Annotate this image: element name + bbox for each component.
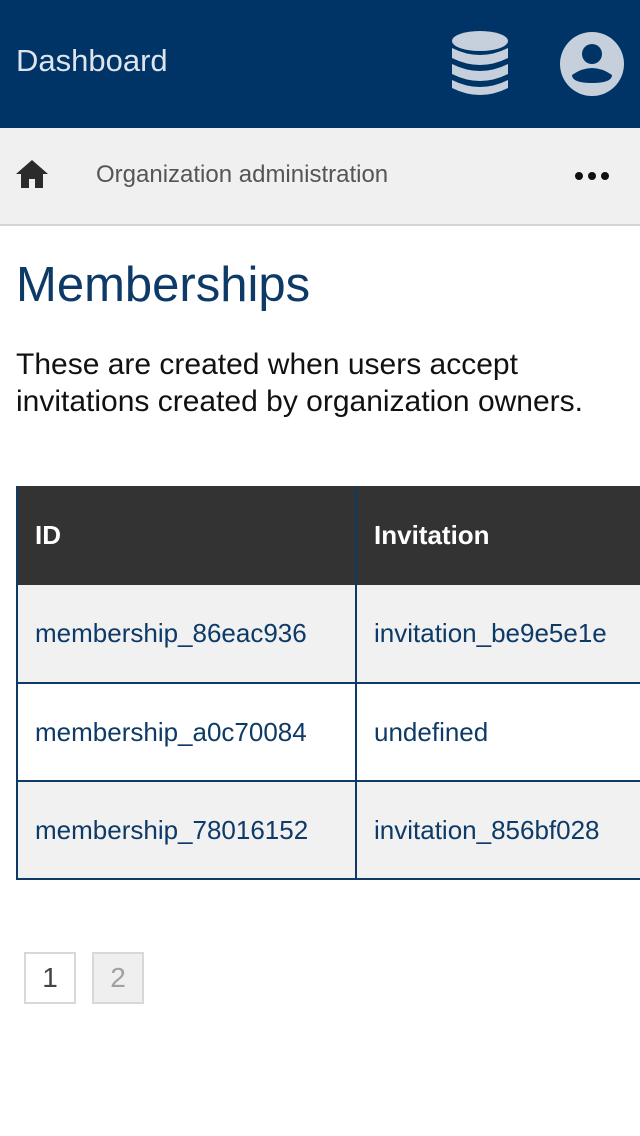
more-options-button[interactable]	[566, 154, 618, 198]
app-header: Dashboard	[0, 0, 640, 128]
invitation-link[interactable]: invitation_be9e5e1e	[374, 618, 607, 648]
memberships-table: ID Invitation membership_86eac936 invita…	[16, 486, 640, 880]
table-header-row: ID Invitation	[16, 486, 640, 585]
invitation-cell: invitation_856bf028	[355, 781, 640, 880]
databases-button[interactable]	[444, 28, 516, 100]
membership-id-cell: membership_a0c70084	[16, 683, 356, 782]
page-title: Memberships	[16, 258, 311, 312]
membership-id-cell: membership_86eac936	[16, 585, 356, 684]
invitation-cell: undefined	[355, 683, 640, 782]
table-row: membership_a0c70084 undefined	[16, 683, 640, 782]
dashboard-link[interactable]: Dashboard	[16, 42, 168, 80]
invitation-cell: invitation_be9e5e1e	[355, 585, 640, 684]
membership-link[interactable]: membership_a0c70084	[35, 717, 307, 747]
home-link[interactable]	[10, 152, 54, 196]
page-button-2-current[interactable]: 2	[92, 952, 144, 1004]
membership-id-cell: membership_78016152	[16, 781, 356, 880]
membership-link[interactable]: membership_86eac936	[35, 618, 307, 648]
app-root: Dashboard Organization administration Me…	[0, 0, 640, 1136]
table-row: membership_86eac936 invitation_be9e5e1e	[16, 585, 640, 684]
account-circle-icon	[560, 32, 624, 96]
account-button[interactable]	[556, 28, 628, 100]
invitation-link[interactable]: undefined	[374, 717, 488, 747]
column-header-invitation: Invitation	[355, 486, 640, 585]
membership-link[interactable]: membership_78016152	[35, 815, 308, 845]
breadcrumb: Organization administration	[0, 128, 640, 226]
database-icon	[452, 31, 508, 95]
memberships-table-container[interactable]: ID Invitation membership_86eac936 invita…	[16, 486, 640, 880]
page-description: These are created when users accept invi…	[16, 348, 583, 418]
home-icon	[16, 160, 48, 188]
pagination: 1 2	[24, 952, 144, 1004]
column-header-id: ID	[16, 486, 356, 585]
more-horizontal-icon	[575, 172, 609, 180]
invitation-link[interactable]: invitation_856bf028	[374, 815, 600, 845]
breadcrumb-current: Organization administration	[96, 161, 389, 188]
table-row: membership_78016152 invitation_856bf028	[16, 781, 640, 880]
page-button-1[interactable]: 1	[24, 952, 76, 1004]
